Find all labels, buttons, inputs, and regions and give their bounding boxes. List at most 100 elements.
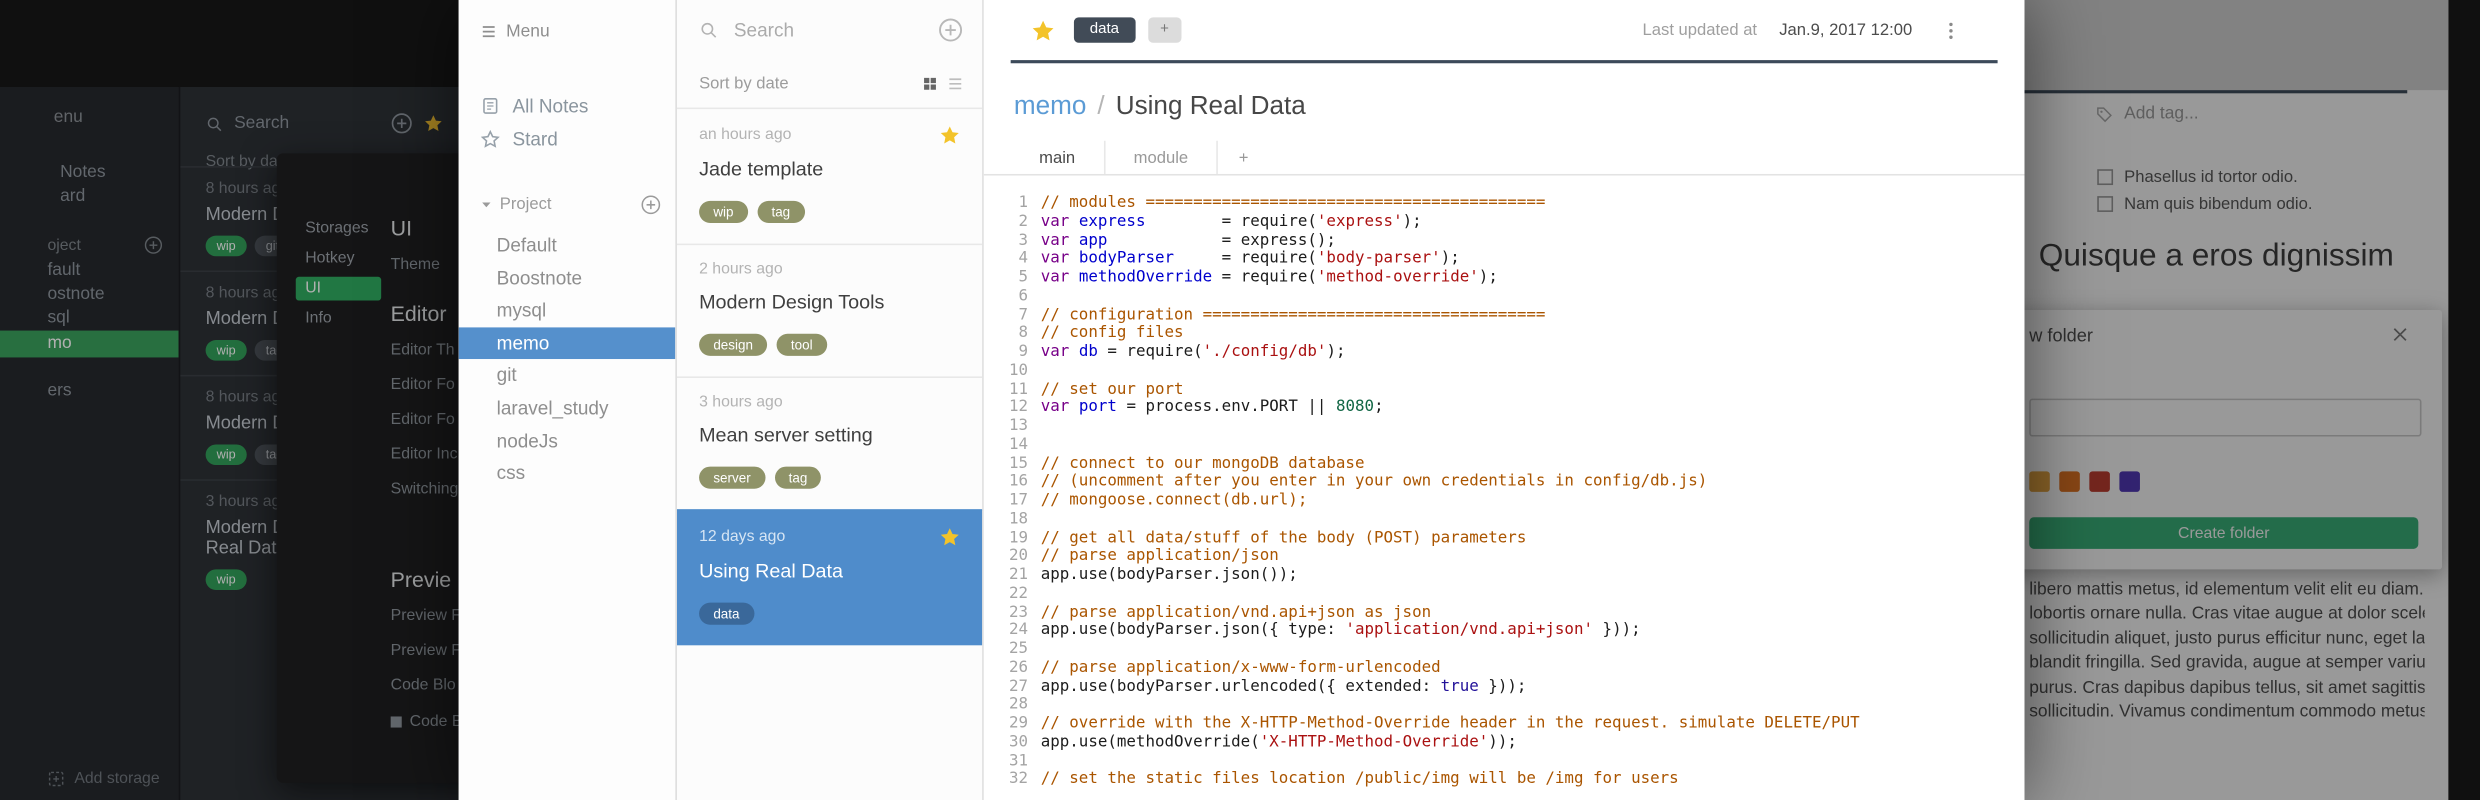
line-number: 15 [1009, 454, 1029, 473]
snippet-tab-bar: main module + [983, 140, 2025, 176]
note-list-item[interactable]: an hours ago Jade template wip tag [676, 107, 983, 244]
line-number: 29 [1009, 714, 1029, 733]
note-timestamp: 12 days ago [699, 528, 786, 546]
code-line: 13 [984, 418, 2025, 437]
add-folder-icon[interactable] [641, 194, 662, 215]
bl-all-notes: Notes [60, 162, 106, 182]
sidebar-folder-laravel_study[interactable]: laravel_study [459, 392, 676, 425]
breadcrumb-folder[interactable]: memo [1014, 92, 1087, 120]
sort-by-label[interactable]: Sort by date [699, 74, 913, 93]
code-line: 16// (uncomment after you enter in your … [984, 473, 2025, 492]
bl-starred: ard [60, 186, 86, 206]
sidebar-item-all-notes[interactable]: All Notes [459, 89, 676, 122]
notes-icon [481, 96, 500, 115]
bl-folder-ostnote: ostnote [47, 284, 105, 304]
search-input[interactable] [730, 17, 926, 43]
background-app-right: Add tag... Phasellus id tortor odio. Nam … [2008, 0, 2449, 800]
note-list-item[interactable]: 3 hours ago Mean server setting server tag [676, 376, 983, 509]
code-line: 20// parse application/json [984, 548, 2025, 567]
prefs-checkbox-label: Code B [409, 713, 463, 731]
line-number: 20 [1009, 547, 1029, 566]
code-editor[interactable]: 1// modules ============================… [984, 176, 2025, 790]
prefs-nav-info: Info [305, 309, 332, 328]
line-number: 13 [1009, 417, 1029, 435]
note-tag-chip: wip [205, 569, 247, 590]
sidebar: Menu All Notes Stard Project Default Boos… [458, 0, 676, 800]
line-number: 31 [1009, 752, 1029, 770]
code-line: 14 [984, 436, 2025, 455]
code-line: 1// modules ============================… [984, 195, 2025, 214]
code-line: 17// mongoose.connect(db.url); [984, 492, 2025, 511]
note-timestamp: an hours ago [699, 126, 792, 144]
code-line: 8// config files [984, 325, 2025, 344]
note-list: an hours ago Jade template wip tag 2 hours a… [676, 107, 983, 646]
note-info-bar: data + Last updated at Jan.9, 2017 12:00 [984, 0, 2025, 60]
note-tag-chip: wip [205, 444, 247, 465]
note-tag-chip-data[interactable]: data [1073, 17, 1135, 43]
folder-color-swatch [2089, 471, 2110, 492]
folder-name-input [2029, 398, 2422, 437]
code-line: 9 var db = require('./config/db'); [984, 343, 2025, 362]
sidebar-folder-Default[interactable]: Default [459, 229, 676, 262]
new-note-icon[interactable] [938, 17, 963, 42]
all-notes-label: All Notes [512, 94, 589, 117]
sidebar-item-starred[interactable]: Stard [459, 122, 676, 155]
line-number: 28 [1009, 696, 1029, 714]
boostnote-window: Menu All Notes Stard Project Default Boos… [458, 0, 2025, 800]
editor-tab-module[interactable]: module [1105, 140, 1219, 174]
star-icon [939, 527, 960, 548]
folder-color-swatch [2119, 471, 2140, 492]
sidebar-folder-Boostnote[interactable]: Boostnote [459, 262, 676, 295]
line-number: 25 [1009, 640, 1029, 658]
note-tag-chip: wip [205, 235, 247, 257]
sidebar-folder-memo[interactable]: memo [458, 327, 676, 360]
last-updated-label: Last updated at [1642, 20, 1758, 40]
prefs-nav-ui: UI [295, 276, 382, 301]
todo-label: Phasellus id tortor odio. [2124, 167, 2298, 187]
editor-tab-main[interactable]: main [1011, 140, 1106, 174]
sidebar-folder-git[interactable]: git [459, 360, 676, 393]
starred-label: Stard [512, 127, 558, 150]
preferences-nav: Storages Hotkey UI Info [295, 217, 382, 337]
ar-todo-list: Phasellus id tortor odio. Nam quis bibend… [2097, 168, 2312, 222]
more-options-icon[interactable] [1941, 20, 1962, 41]
sidebar-folder-nodeJs[interactable]: nodeJs [459, 425, 676, 458]
star-toggle-icon[interactable] [1031, 18, 1055, 42]
code-line: 15// connect to our mongoDB database [984, 455, 2025, 474]
code-line: 32// set the static files location /publ… [984, 771, 2025, 790]
add-tag-chip-button[interactable]: + [1147, 17, 1182, 43]
grid-view-icon[interactable] [922, 76, 938, 92]
line-number: 32 [1009, 770, 1029, 789]
sidebar-folder-mysql[interactable]: mysql [459, 294, 676, 327]
menu-button[interactable]: Menu [459, 19, 676, 41]
line-number: 19 [1009, 529, 1029, 547]
note-list-item[interactable]: 2 hours ago Modern Design Tools design tool [676, 243, 983, 377]
hamburger-icon [481, 24, 497, 40]
line-number: 8 [1018, 324, 1029, 343]
search-icon [699, 21, 718, 40]
add-tab-button[interactable]: + [1218, 141, 1269, 174]
code-line: 23// parse application/vnd.api+json as j… [984, 603, 2025, 622]
sidebar-folder-css[interactable]: css [459, 457, 676, 490]
project-group-header[interactable]: Project [459, 193, 676, 215]
list-view-icon[interactable] [947, 76, 963, 92]
ar-add-tag-placeholder: Add tag... [2124, 104, 2199, 124]
code-line: 22 [984, 585, 2025, 604]
prefs-nav-storages: Storages [305, 219, 369, 238]
code-line: 12 var port = process.env.PORT || 8080; [984, 399, 2025, 418]
bl-add-storage-button: Add storage [47, 770, 160, 788]
note-list-item[interactable]: 12 days ago Using Real Data data [676, 509, 983, 646]
note-title: Mean server setting [699, 423, 873, 447]
code-line: 19// get all data/stuff of the body (POS… [984, 529, 2025, 548]
note-tag-chip: wip [205, 340, 247, 361]
note-tag-chip: tool [776, 333, 827, 356]
line-number: 17 [1009, 491, 1029, 510]
note-tag-chip: tag [774, 466, 822, 489]
line-number: 16 [1009, 473, 1029, 491]
ar-divider [2008, 90, 2408, 94]
line-number: 11 [1009, 380, 1029, 398]
bl-folder-mo: mo [0, 330, 179, 358]
code-line: 10 [984, 362, 2025, 381]
folder-list: Default Boostnote mysql memo git laravel_stud… [458, 229, 676, 490]
ar-paragraph: libero mattis metus, id elementum velit … [2029, 579, 2424, 725]
